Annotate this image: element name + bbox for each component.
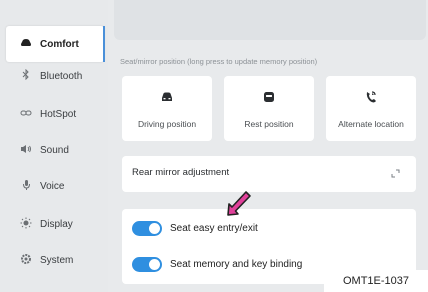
gear-icon bbox=[14, 253, 38, 268]
card-label: Driving position bbox=[137, 119, 197, 129]
sidebar-item-sound[interactable]: Sound bbox=[0, 132, 108, 168]
sidebar-item-display[interactable]: Display bbox=[0, 206, 108, 242]
sidebar-item-comfort[interactable]: Comfort bbox=[6, 26, 104, 62]
sidebar-item-bluetooth[interactable]: Bluetooth bbox=[0, 58, 108, 94]
toggle-label: Seat easy entry/exit bbox=[170, 222, 258, 234]
top-panel bbox=[114, 0, 426, 40]
seat-recline-icon bbox=[264, 92, 274, 102]
card-label: Rest position bbox=[244, 119, 294, 129]
sidebar-item-hotspot[interactable]: HotSpot bbox=[0, 96, 108, 132]
car-icon bbox=[14, 38, 38, 51]
toggle-knob bbox=[149, 258, 160, 270]
rear-mirror-adjustment-row[interactable]: Rear mirror adjustment bbox=[122, 156, 416, 192]
active-indicator bbox=[103, 26, 105, 62]
seat-easy-entry-toggle[interactable] bbox=[132, 220, 162, 236]
speaker-icon bbox=[14, 144, 38, 157]
driving-position-button[interactable]: Driving position bbox=[122, 76, 212, 141]
sidebar-item-label: Bluetooth bbox=[40, 70, 83, 82]
comfort-panel: Seat/mirror position (long press to upda… bbox=[108, 0, 428, 292]
microphone-icon bbox=[14, 179, 38, 194]
sidebar-item-label: HotSpot bbox=[40, 108, 77, 120]
toggle-knob bbox=[149, 222, 160, 234]
seat-memory-toggle[interactable] bbox=[132, 256, 162, 272]
card-label: Alternate location bbox=[338, 119, 404, 129]
memory-hint: Seat/mirror position (long press to upda… bbox=[120, 57, 318, 66]
toggle-label: Seat memory and key binding bbox=[170, 258, 303, 270]
settings-screen: Comfort Bluetooth HotSpot Sound Voice Di… bbox=[0, 0, 428, 292]
sidebar-item-voice[interactable]: Voice bbox=[0, 168, 108, 204]
seat-memory-row[interactable]: Seat memory and key binding bbox=[132, 254, 302, 274]
seat-easy-entry-row[interactable]: Seat easy entry/exit bbox=[132, 218, 258, 238]
pointer-arrow-icon bbox=[227, 191, 251, 216]
figure-code: OMT1E-1037 bbox=[324, 270, 428, 292]
bluetooth-icon bbox=[14, 68, 38, 83]
sidebar-item-system[interactable]: System bbox=[0, 242, 108, 278]
sidebar-item-label: Comfort bbox=[40, 38, 79, 50]
expand-icon[interactable] bbox=[391, 169, 400, 178]
sidebar-item-label: System bbox=[40, 254, 74, 266]
sidebar-item-label: Sound bbox=[40, 144, 69, 156]
sidebar-item-label: Voice bbox=[40, 180, 65, 192]
hotspot-icon bbox=[14, 108, 38, 120]
steering-icon bbox=[366, 91, 376, 103]
settings-sidebar: Comfort Bluetooth HotSpot Sound Voice Di… bbox=[0, 0, 108, 292]
brightness-icon bbox=[14, 217, 38, 232]
sidebar-item-label: Display bbox=[40, 218, 73, 230]
mirror-label: Rear mirror adjustment bbox=[132, 167, 230, 178]
rest-position-button[interactable]: Rest position bbox=[224, 76, 314, 141]
seat-icon bbox=[162, 92, 172, 101]
alternate-location-button[interactable]: Alternate location bbox=[326, 76, 416, 141]
